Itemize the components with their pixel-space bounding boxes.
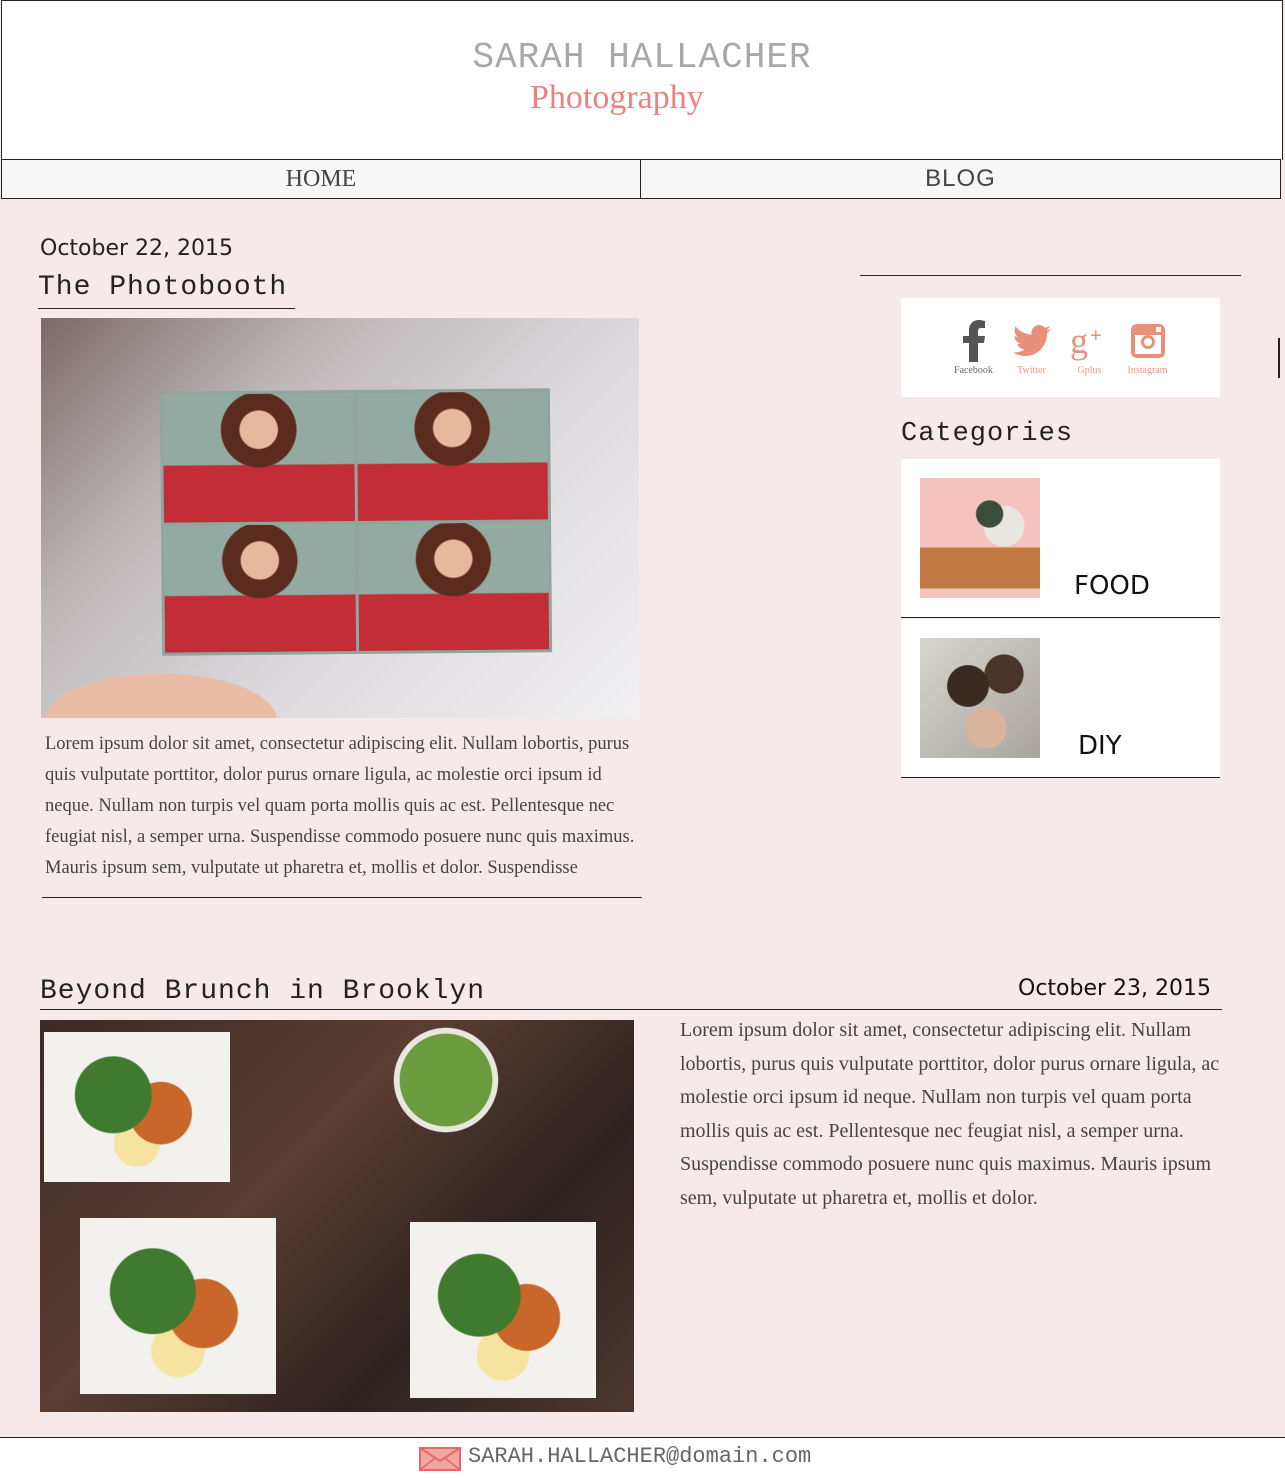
category-thumbnail [920,478,1040,598]
google-plus-icon: g + [1070,318,1110,364]
social-facebook[interactable]: Facebook [954,318,994,397]
twitter-icon [1012,318,1051,364]
categories-heading: Categories [901,419,1074,449]
facebook-icon [961,318,987,364]
instagram-icon [1130,318,1166,364]
brand-name[interactable]: SARAH HALLACHER [2,37,1282,78]
social-label: Instagram [1127,365,1168,376]
post-image-brunch[interactable] [40,1020,634,1412]
envelope-icon[interactable] [419,1447,461,1471]
post-divider [40,1009,1222,1010]
post-excerpt: Lorem ipsum dolor sit amet, consectetur … [680,1019,1220,1209]
photobooth-frame [356,391,548,521]
nav-item-home[interactable]: HOME [2,160,641,198]
main-nav: HOME BLOG [1,159,1281,199]
site-footer: SARAH.HALLACHER@domain.com [0,1437,1285,1478]
site-header: SARAH HALLACHER Photography [1,0,1283,160]
hand-shape [41,648,341,718]
edge-mark [1278,338,1280,378]
post-date: October 23, 2015 [1018,976,1212,1001]
category-label: FOOD [1074,571,1150,601]
plate [80,1218,276,1394]
photobooth-strip [159,388,553,656]
photobooth-frame [357,521,550,651]
plate [410,1222,596,1398]
sidebar-divider [860,275,1241,276]
category-label: DIY [1078,731,1122,761]
svg-text:+: + [1090,325,1102,347]
post-divider [42,897,642,898]
svg-text:g: g [1070,321,1088,361]
social-label: Gplus [1077,365,1102,376]
nav-item-blog[interactable]: BLOG [641,160,1280,198]
salad-bowl [384,1024,508,1136]
category-thumbnail [920,638,1040,758]
post-image-photobooth[interactable] [41,318,639,718]
category-card-diy[interactable]: DIY [901,619,1220,778]
social-twitter[interactable]: Twitter [1012,318,1052,397]
post-title[interactable]: Beyond Brunch in Brooklyn [40,976,485,1007]
social-links: Facebook Twitter g + Gplus Instagram [901,298,1220,397]
social-label: Twitter [1017,365,1046,376]
post-title[interactable]: The Photobooth [38,272,295,309]
brand-subtitle: Photography [530,79,704,116]
social-instagram[interactable]: Instagram [1128,318,1168,397]
post-excerpt: Lorem ipsum dolor sit amet, consectetur … [45,734,635,878]
photobooth-frame [162,393,355,523]
social-gplus[interactable]: g + Gplus [1070,318,1110,397]
post-date: October 22, 2015 [40,236,234,261]
photobooth-frame [164,523,356,653]
category-card-food[interactable]: FOOD [901,459,1220,618]
social-label: Facebook [954,365,993,376]
contact-email-link[interactable]: SARAH.HALLACHER@domain.com [468,1444,811,1469]
plate [44,1032,230,1182]
